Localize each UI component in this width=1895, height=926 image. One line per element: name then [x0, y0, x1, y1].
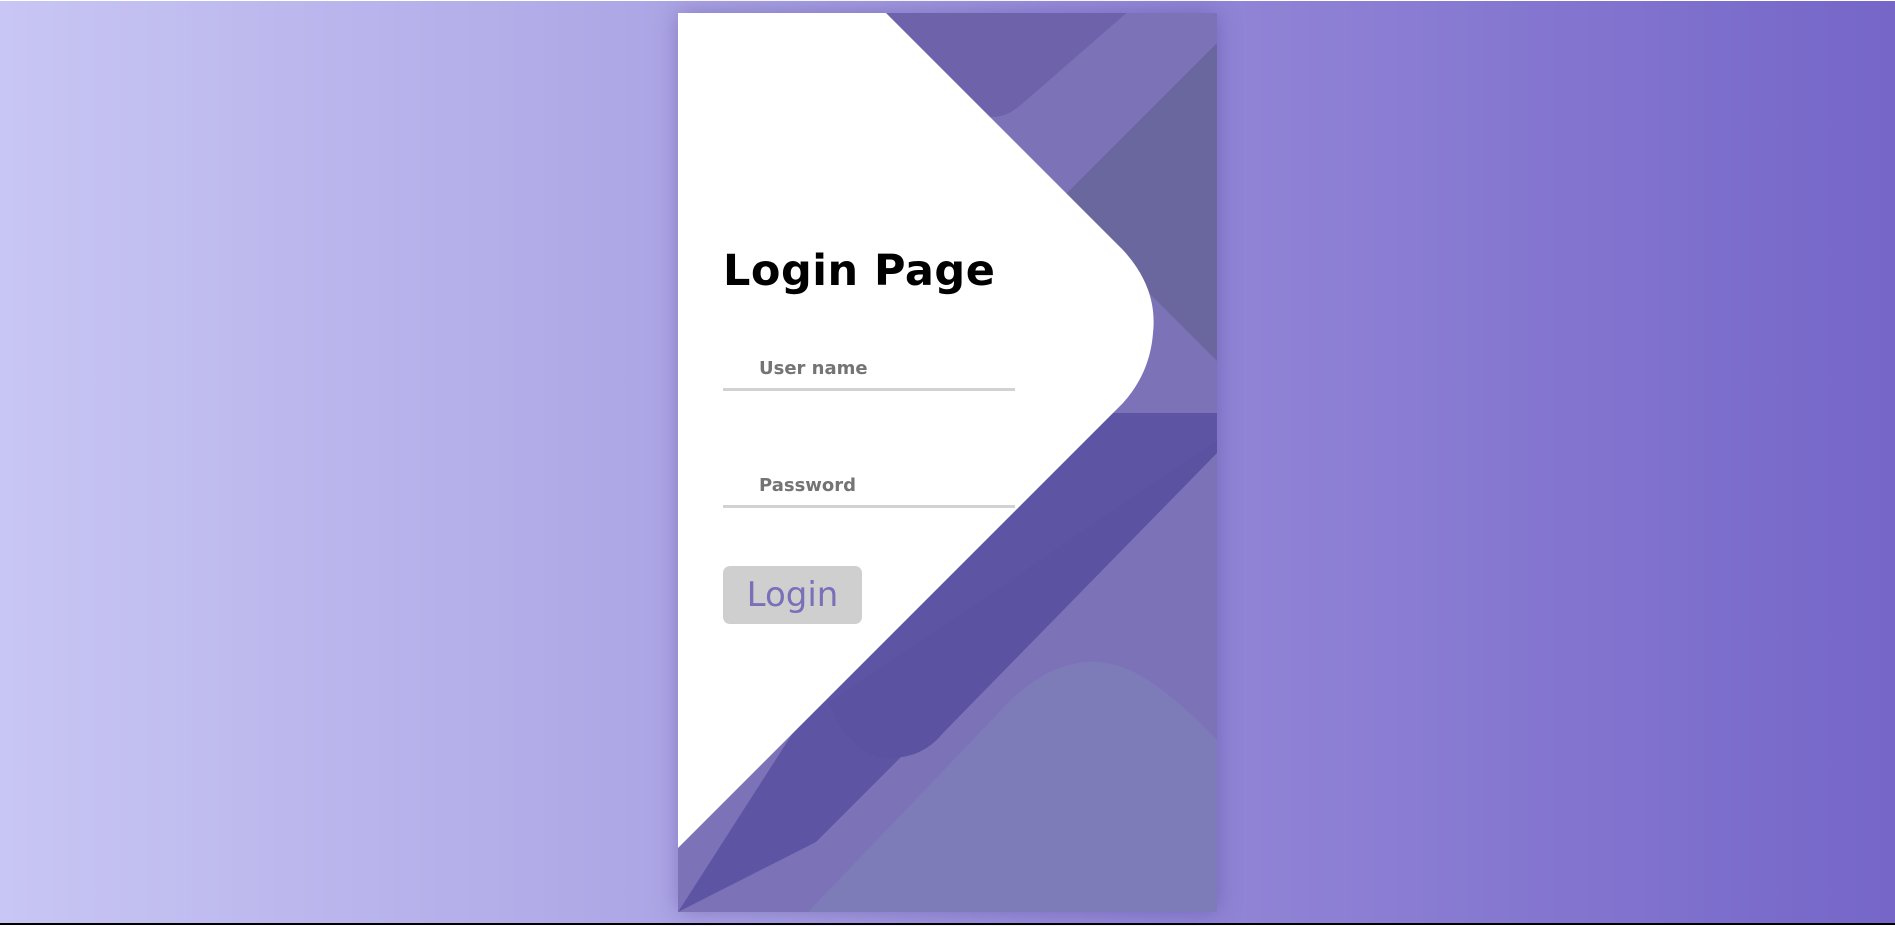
password-input[interactable] [723, 465, 1015, 505]
password-field [723, 465, 1015, 508]
login-button[interactable]: Login [723, 566, 862, 624]
card-decoration [678, 13, 1217, 912]
bottom-border [0, 923, 1895, 925]
page-title: Login Page [723, 246, 996, 296]
username-field [723, 348, 1015, 391]
login-card: Login Page Login [678, 13, 1217, 912]
username-input[interactable] [723, 348, 1015, 388]
